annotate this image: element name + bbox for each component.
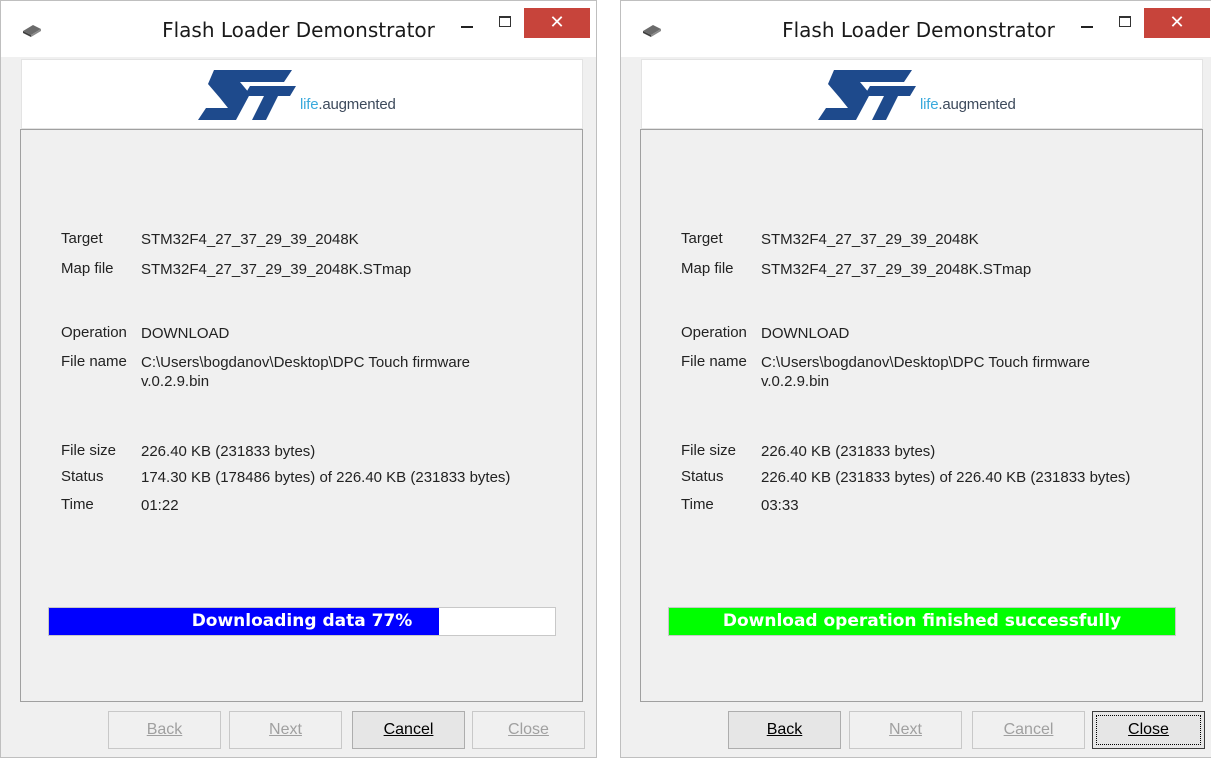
cancel-button[interactable]: Cancel xyxy=(352,711,465,749)
operation-label: Operation xyxy=(61,324,127,341)
file-size-value: 226.40 KB (231833 bytes) xyxy=(141,443,316,460)
next-button[interactable]: Next xyxy=(229,711,342,749)
status-value: 226.40 KB (231833 bytes) of 226.40 KB (2… xyxy=(761,469,1131,486)
time-label: Time xyxy=(61,496,94,513)
target-label: Target xyxy=(61,230,103,247)
file-name-label: File name xyxy=(681,353,747,370)
status-label: Status xyxy=(681,468,724,485)
window-close-button[interactable]: ✕ xyxy=(1144,8,1210,38)
minimize-button[interactable] xyxy=(455,9,481,35)
target-label: Target xyxy=(681,230,723,247)
content-panel: Target STM32F4_27_37_29_39_2048K Map fil… xyxy=(20,129,583,702)
maximize-button[interactable] xyxy=(491,9,517,35)
file-size-label: File size xyxy=(681,442,737,459)
title-bar[interactable]: Flash Loader Demonstrator ✕ xyxy=(621,1,1211,57)
time-value: 03:33 xyxy=(761,497,799,514)
file-size-value: 226.40 KB (231833 bytes) xyxy=(761,443,936,460)
target-value: STM32F4_27_37_29_39_2048K xyxy=(141,231,359,248)
close-button[interactable]: Close xyxy=(1092,711,1205,749)
next-button[interactable]: Next xyxy=(849,711,962,749)
title-bar[interactable]: Flash Loader Demonstrator ✕ xyxy=(1,1,596,57)
file-name-value: C:\Users\bogdanov\Desktop\DPC Touch firm… xyxy=(141,354,471,390)
logo-banner: life.augmented xyxy=(21,59,583,129)
back-button[interactable]: Back xyxy=(728,711,841,749)
map-file-label: Map file xyxy=(681,260,734,277)
window-close-button[interactable]: ✕ xyxy=(524,8,590,38)
logo-banner: life.augmented xyxy=(641,59,1203,129)
progress-bar: Download operation finished successfully xyxy=(668,607,1176,636)
flash-loader-window-finished: Flash Loader Demonstrator ✕ life.augment… xyxy=(620,0,1211,758)
map-file-label: Map file xyxy=(61,260,114,277)
map-file-value: STM32F4_27_37_29_39_2048K.STmap xyxy=(761,261,1032,278)
status-label: Status xyxy=(61,468,104,485)
flash-loader-window-downloading: Flash Loader Demonstrator ✕ life.augment… xyxy=(0,0,597,758)
operation-value: DOWNLOAD xyxy=(761,325,850,342)
map-file-value: STM32F4_27_37_29_39_2048K.STmap xyxy=(141,261,412,278)
time-label: Time xyxy=(681,496,714,513)
st-logo-icon xyxy=(198,70,296,120)
progress-text: Downloading data 77% xyxy=(191,611,413,631)
progress-bar: Downloading data 77% xyxy=(48,607,556,636)
tagline: life.augmented xyxy=(920,96,1016,113)
tagline: life.augmented xyxy=(300,96,396,113)
st-logo-icon xyxy=(818,70,916,120)
operation-value: DOWNLOAD xyxy=(141,325,230,342)
minimize-button[interactable] xyxy=(1075,9,1101,35)
target-value: STM32F4_27_37_29_39_2048K xyxy=(761,231,979,248)
close-button[interactable]: Close xyxy=(472,711,585,749)
file-name-label: File name xyxy=(61,353,127,370)
back-button[interactable]: Back xyxy=(108,711,221,749)
content-panel: Target STM32F4_27_37_29_39_2048K Map fil… xyxy=(640,129,1203,702)
cancel-button[interactable]: Cancel xyxy=(972,711,1085,749)
maximize-button[interactable] xyxy=(1111,9,1137,35)
file-size-label: File size xyxy=(61,442,117,459)
operation-label: Operation xyxy=(681,324,747,341)
file-name-value: C:\Users\bogdanov\Desktop\DPC Touch firm… xyxy=(761,354,1091,390)
status-value: 174.30 KB (178486 bytes) of 226.40 KB (2… xyxy=(141,469,511,486)
time-value: 01:22 xyxy=(141,497,179,514)
progress-text: Download operation finished successfully xyxy=(722,611,1122,631)
